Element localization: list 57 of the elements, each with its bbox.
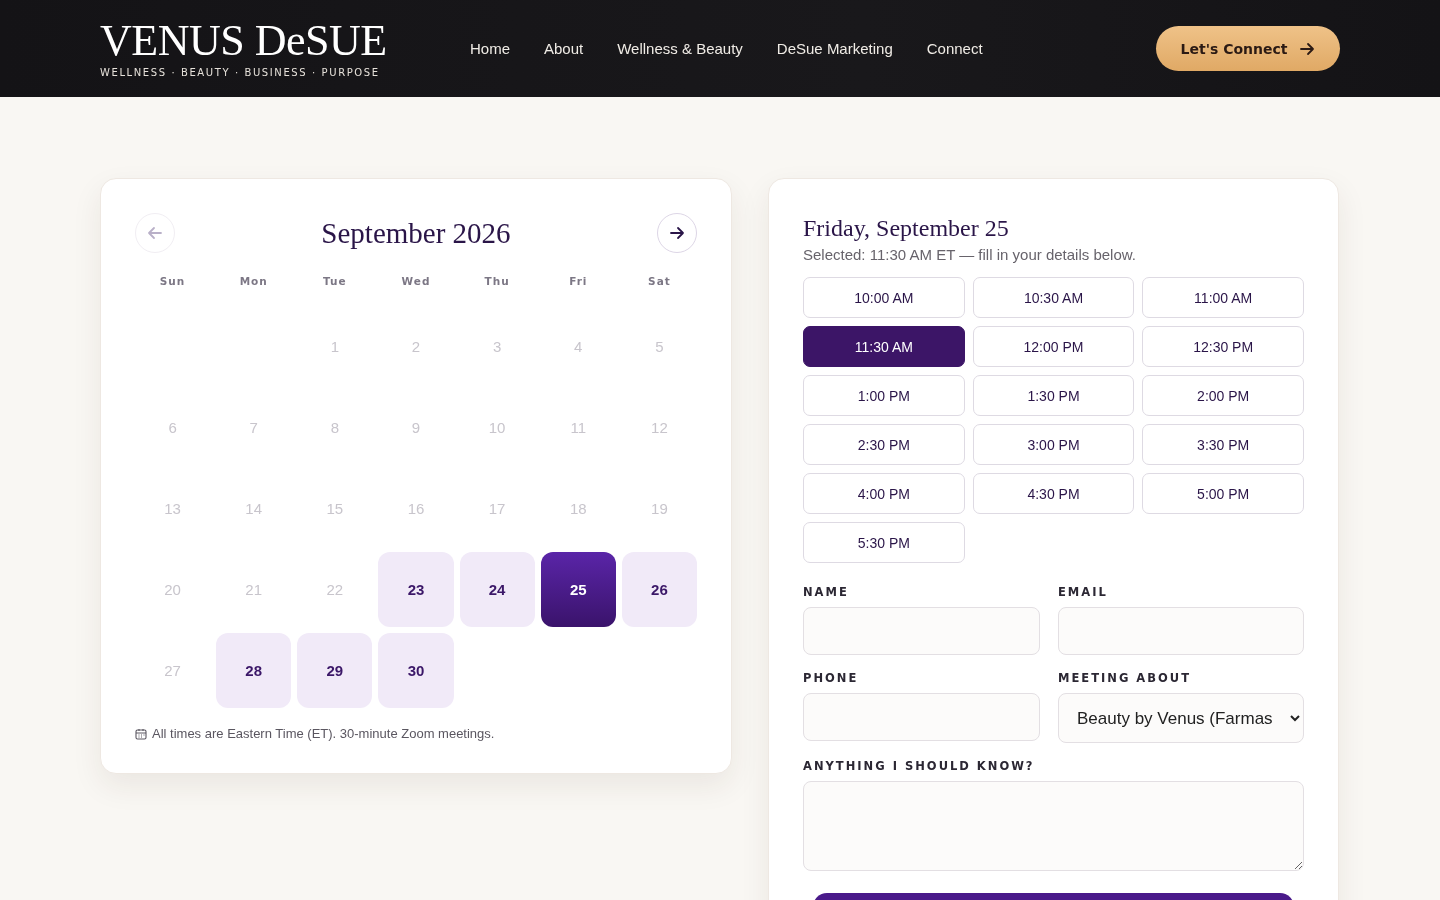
timezone-note: All times are Eastern Time (ET). 30-minute Zoom meetings. (152, 726, 495, 741)
nav-link[interactable]: Home (470, 40, 510, 57)
field-label: PHONE (803, 671, 860, 685)
nav-link[interactable]: DeSue Marketing (776, 40, 893, 57)
time-slot[interactable]: 12:30 PM (1142, 326, 1304, 367)
time-slot[interactable]: 3:30 PM (1142, 424, 1304, 465)
calendar-day[interactable]: 29 (297, 633, 373, 708)
month-title: September 2026 (321, 216, 511, 250)
calendar-day[interactable]: 30 (378, 633, 454, 708)
weekday-label: Mon (238, 275, 269, 287)
time-slot[interactable]: 11:30 AM (803, 326, 965, 367)
field-label: ANYTHING I SHOULD KNOW? (803, 759, 1036, 773)
time-slot[interactable]: 4:00 PM (803, 473, 965, 514)
calendar-day[interactable]: 28 (216, 633, 292, 708)
nav-link[interactable]: Wellness & Beauty (617, 40, 743, 57)
time-slot[interactable]: 4:30 PM (972, 473, 1135, 514)
time-slot[interactable]: 10:30 AM (972, 277, 1135, 318)
input-field[interactable] (803, 693, 1040, 741)
time-slot[interactable]: 10:00 AM (803, 277, 965, 318)
time-slot[interactable]: 3:00 PM (972, 424, 1135, 465)
time-slot[interactable]: 12:00 PM (972, 326, 1135, 367)
next-month-button[interactable] (657, 213, 697, 253)
weekday-label: Tue (322, 275, 348, 287)
time-slot[interactable]: 2:00 PM (1142, 375, 1304, 416)
left-arrow-icon (147, 226, 163, 240)
selection-summary: Selected: 11:30 AM ET — fill in your details below. (803, 246, 1137, 263)
time-slot[interactable]: 5:00 PM (1142, 473, 1304, 514)
right-arrow-icon (1299, 41, 1316, 56)
nav-link[interactable]: About (544, 40, 584, 57)
logo[interactable]: VENUS DeSUE (100, 19, 470, 63)
nav-link[interactable]: Connect (926, 40, 983, 57)
time-slot[interactable]: 5:30 PM (803, 522, 965, 563)
weekday-label: Sun (158, 275, 187, 287)
time-slot[interactable]: 1:30 PM (972, 375, 1135, 416)
right-arrow-icon (669, 226, 685, 240)
weekday-label: Thu (483, 275, 511, 287)
notes-field[interactable] (803, 781, 1304, 871)
weekday-label: Fri (568, 275, 589, 287)
calendar-day[interactable]: 24 (459, 552, 535, 627)
date-title: Friday, September 25 (803, 215, 1010, 242)
input-field[interactable] (803, 607, 1040, 655)
field-label: NAME (803, 585, 850, 599)
connect-button[interactable]: Let's Connect (1156, 26, 1340, 71)
calendar-day[interactable]: 26 (621, 552, 697, 627)
time-slot[interactable]: 2:30 PM (803, 424, 965, 465)
input-field[interactable] (1058, 607, 1304, 655)
field-label: MEETING ABOUT (1058, 671, 1192, 685)
weekday-label: Sat (647, 275, 672, 287)
calendar-day[interactable]: 23 (378, 552, 454, 627)
calendar-icon (135, 727, 147, 740)
meeting-select[interactable]: Beauty by Venus (Farmas (1058, 693, 1304, 743)
weekday-label: Wed (400, 275, 432, 287)
field-label: EMAIL (1058, 585, 1109, 599)
time-slot[interactable]: 1:00 PM (803, 375, 965, 416)
calendar-day[interactable]: 25 (540, 552, 616, 627)
time-slot[interactable]: 11:00 AM (1142, 277, 1304, 318)
tagline: WELLNESS · BEAUTY · BUSINESS · PURPOSE (100, 67, 381, 78)
